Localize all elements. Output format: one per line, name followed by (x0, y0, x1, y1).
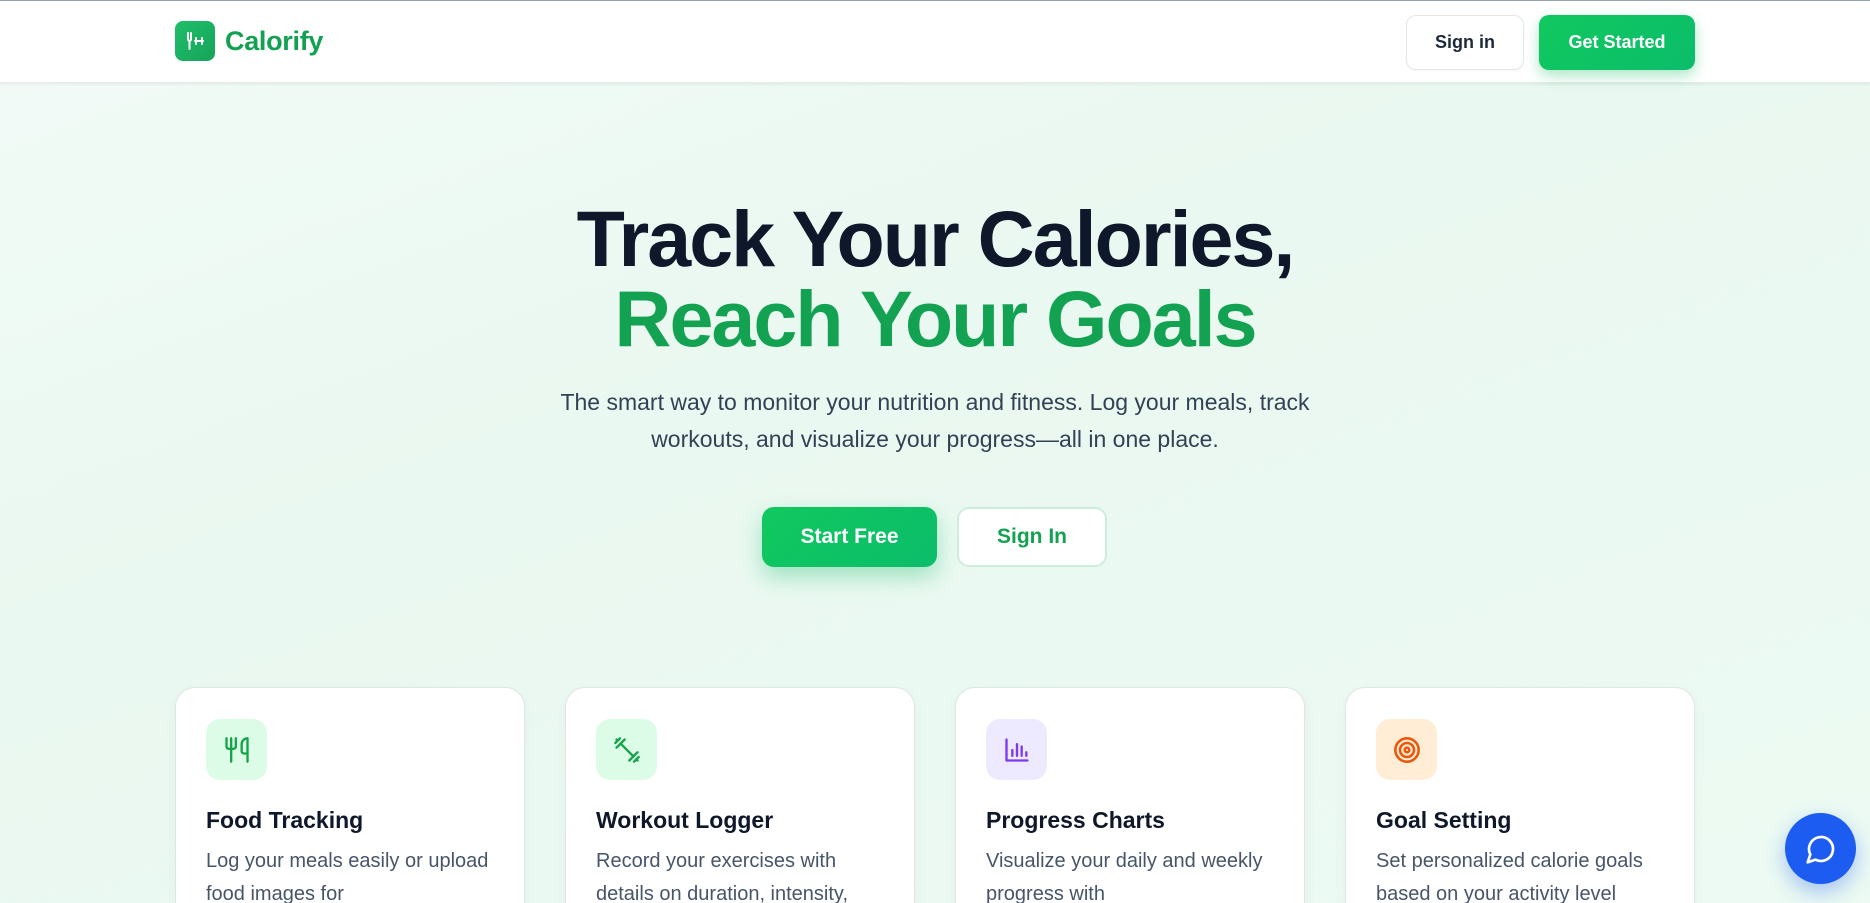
bar-chart-icon (986, 719, 1047, 780)
hero-signin-button[interactable]: Sign In (957, 507, 1107, 567)
hero-title: Track Your Calories, Reach Your Goals (0, 199, 1870, 359)
brand-logo[interactable]: Calorify (175, 21, 323, 61)
feature-title: Food Tracking (206, 807, 364, 833)
chat-bubble-icon (1805, 835, 1834, 864)
feature-title: Workout Logger (596, 807, 774, 833)
feature-title: Progress Charts (986, 807, 1165, 833)
fork-dumbbell-icon (175, 21, 215, 61)
chat-button[interactable] (1785, 813, 1856, 884)
signin-button[interactable]: Sign in (1406, 15, 1524, 70)
hero-title-line2: Reach Your Goals (614, 274, 1257, 363)
feature-description: Record your exercises with details on du… (596, 850, 849, 903)
feature-title: Goal Setting (1376, 807, 1512, 833)
feature-description: Log your meals easily or upload food ima… (206, 850, 489, 903)
site-header: Calorify Sign in Get Started (0, 1, 1870, 83)
brand-name: Calorify (225, 25, 324, 56)
target-icon (1376, 719, 1437, 780)
hero-title-line1: Track Your Calories, (576, 194, 1296, 283)
utensils-icon (206, 719, 267, 780)
get-started-button[interactable]: Get Started (1539, 15, 1695, 70)
feature-card-workout-logger: Workout Logger Record your exercises wit… (565, 687, 915, 903)
feature-card-goal-setting: Goal Setting Set personalized calorie go… (1345, 687, 1695, 903)
feature-card-progress-charts: Progress Charts Visualize your daily and… (955, 687, 1305, 903)
dumbbell-icon (596, 719, 657, 780)
feature-description: Visualize your daily and weekly progress… (986, 850, 1263, 903)
feature-card-food-tracking: Food Tracking Log your meals easily or u… (175, 687, 525, 903)
start-free-button[interactable]: Start Free (762, 507, 937, 567)
hero-subtitle: The smart way to monitor your nutrition … (560, 389, 1310, 452)
feature-description: Set personalized calorie goals based on … (1376, 850, 1643, 903)
